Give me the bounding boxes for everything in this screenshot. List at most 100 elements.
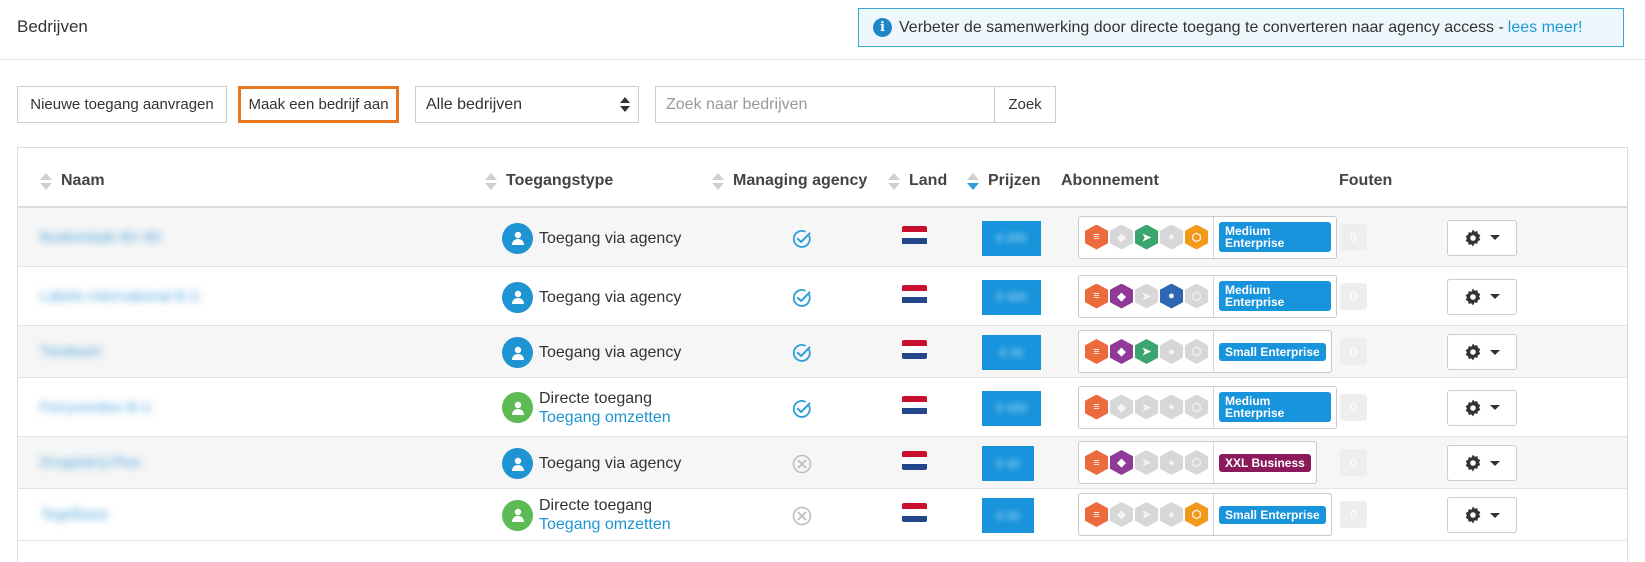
row-actions-button[interactable]: [1447, 278, 1517, 315]
error-count: 0: [1340, 449, 1367, 476]
company-name-link[interactable]: Tandeam: [40, 343, 102, 360]
country-flag-nl-icon: [902, 395, 927, 415]
subscription-box[interactable]: ≡ ◆ ➤ ● ⬡ Medium Enterprise: [1078, 385, 1337, 429]
row-actions-button[interactable]: [1447, 219, 1517, 256]
convert-access-link[interactable]: Toegang omzetten: [539, 515, 671, 534]
access-text-group: Toegang via agency: [539, 343, 681, 362]
access-text-group: Toegang via agency: [539, 229, 681, 248]
gear-icon: [1465, 229, 1481, 246]
direct-access-icon: [502, 392, 533, 423]
error-count: 0: [1340, 501, 1367, 528]
error-count: 0: [1340, 282, 1367, 310]
table-row: Tegelbaze Directe toegang Toegang omzetten…: [18, 489, 1627, 541]
convert-access-link[interactable]: Toegang omzetten: [539, 408, 671, 427]
access-type: Toegang via agency: [502, 222, 681, 254]
chevron-down-icon: [1490, 349, 1500, 355]
price-badge: € 000: [982, 220, 1041, 256]
price-badge: € 00: [982, 446, 1034, 481]
subscription-box[interactable]: ≡ ◆ ➤ ● ⬡ Small Enterprise: [1078, 493, 1332, 536]
country-flag-nl-icon: [902, 225, 927, 245]
column-prices[interactable]: Prijzen: [967, 172, 1040, 190]
agency-access-icon: [502, 281, 533, 313]
country-flag-nl-icon: [902, 284, 927, 304]
table-row: Bodemlade BV 80 Toegang via agency € 000 ≡ ◆…: [18, 208, 1627, 267]
module-3-icon: ➤: [1135, 283, 1158, 309]
company-name-link[interactable]: Labels International B.V.: [40, 288, 202, 305]
info-banner-text: Verbeter de samenwerking door directe to…: [899, 18, 1504, 36]
access-type: Toegang via agency: [502, 448, 681, 479]
table-row: Tandeam Toegang via agency € 00 ≡ ◆ ➤ ● ⬡ Small …: [18, 326, 1627, 378]
not-managing-icon: [791, 505, 813, 527]
managing-check-icon: [791, 342, 813, 364]
chevron-down-icon: [1490, 460, 1500, 466]
column-country[interactable]: Land: [888, 172, 947, 190]
module-2-icon: ◆: [1110, 502, 1133, 527]
module-2-icon: ◆: [1110, 450, 1133, 475]
plan-badge: Small Enterprise: [1219, 505, 1326, 524]
row-actions-button[interactable]: [1447, 389, 1517, 426]
plan-badge: Medium Enterprise: [1219, 281, 1331, 311]
managing-check-icon: [791, 398, 813, 420]
info-banner: i Verbeter de samenwerking door directe …: [858, 8, 1624, 47]
table-row: Labels International B.V. Toegang via age…: [18, 267, 1627, 326]
subscription-box[interactable]: ≡ ◆ ➤ ● ⬡ Small Enterprise: [1078, 330, 1332, 373]
module-2-icon: ◆: [1110, 339, 1133, 364]
module-5-icon: ⬡: [1185, 502, 1208, 527]
access-text-group: Directe toegang Toegang omzetten: [539, 496, 671, 534]
column-access-type[interactable]: Toegangstype: [485, 172, 613, 190]
search-button[interactable]: Zoek: [994, 86, 1056, 123]
companies-table: Naam Toegangstype Managing agency Land P…: [17, 147, 1628, 562]
module-3-icon: ➤: [1135, 339, 1158, 364]
company-name-link[interactable]: Ferryvonties B.V.: [40, 399, 154, 416]
divider: [1213, 386, 1214, 428]
request-access-button[interactable]: Nieuwe toegang aanvragen: [17, 86, 227, 123]
error-count: 0: [1340, 223, 1367, 251]
subscription-box[interactable]: ≡ ◆ ➤ ● ⬡ Medium Enterprise: [1078, 274, 1337, 318]
divider: [1213, 494, 1214, 535]
company-filter-select[interactable]: Alle bedrijven: [415, 86, 639, 123]
chevron-down-icon: [1490, 294, 1500, 299]
column-managing-agency[interactable]: Managing agency: [712, 172, 867, 190]
plan-badge: Medium Enterprise: [1219, 222, 1331, 252]
access-type-label: Directe toegang: [539, 389, 652, 407]
module-1-icon: ≡: [1085, 339, 1108, 364]
access-type: Toegang via agency: [502, 281, 681, 313]
subscription-box[interactable]: ≡ ◆ ➤ ● ⬡ XXL Business: [1078, 441, 1317, 484]
agency-access-icon: [502, 222, 533, 254]
plan-badge: Small Enterprise: [1219, 342, 1326, 361]
company-name-link[interactable]: Bodemlade BV 80: [40, 229, 161, 246]
company-name-link[interactable]: Drogisterij Plus: [40, 454, 141, 471]
column-name[interactable]: Naam: [40, 172, 105, 190]
row-actions-button[interactable]: [1447, 334, 1517, 370]
info-icon: i: [873, 18, 892, 37]
company-search-input[interactable]: [655, 86, 995, 123]
create-company-button[interactable]: Maak een bedrijf aan: [238, 86, 399, 123]
column-errors: Fouten: [1339, 172, 1393, 189]
divider: [1213, 331, 1214, 372]
module-5-icon: ⬡: [1185, 224, 1208, 250]
row-actions-button[interactable]: [1447, 445, 1517, 481]
company-filter-value: Alle bedrijven: [426, 95, 523, 113]
price-badge: € 000: [982, 279, 1041, 315]
subscription-box[interactable]: ≡ ◆ ➤ ● ⬡ Medium Enterprise: [1078, 215, 1337, 259]
select-arrows-icon: [620, 97, 630, 113]
module-5-icon: ⬡: [1185, 450, 1208, 475]
module-3-icon: ➤: [1135, 502, 1158, 527]
gear-icon: [1465, 343, 1481, 361]
access-type: Toegang via agency: [502, 337, 681, 368]
read-more-link[interactable]: lees meer!: [1508, 19, 1583, 37]
module-2-icon: ◆: [1110, 283, 1133, 309]
access-type-label: Toegang via agency: [539, 288, 682, 306]
row-actions-button[interactable]: [1447, 497, 1517, 533]
price-value: € 000: [996, 401, 1027, 415]
managing-check-icon: [791, 287, 813, 309]
company-name-link[interactable]: Tegelbaze: [40, 506, 108, 523]
plan-badge: Medium Enterprise: [1219, 392, 1331, 422]
gear-icon: [1465, 454, 1481, 472]
gear-icon: [1465, 399, 1481, 416]
module-1-icon: ≡: [1085, 224, 1108, 250]
country-flag-nl-icon: [902, 451, 927, 470]
access-text-group: Toegang via agency: [539, 288, 681, 307]
access-text-group: Directe toegang Toegang omzetten: [539, 389, 671, 427]
access-type-label: Toegang via agency: [539, 229, 682, 247]
